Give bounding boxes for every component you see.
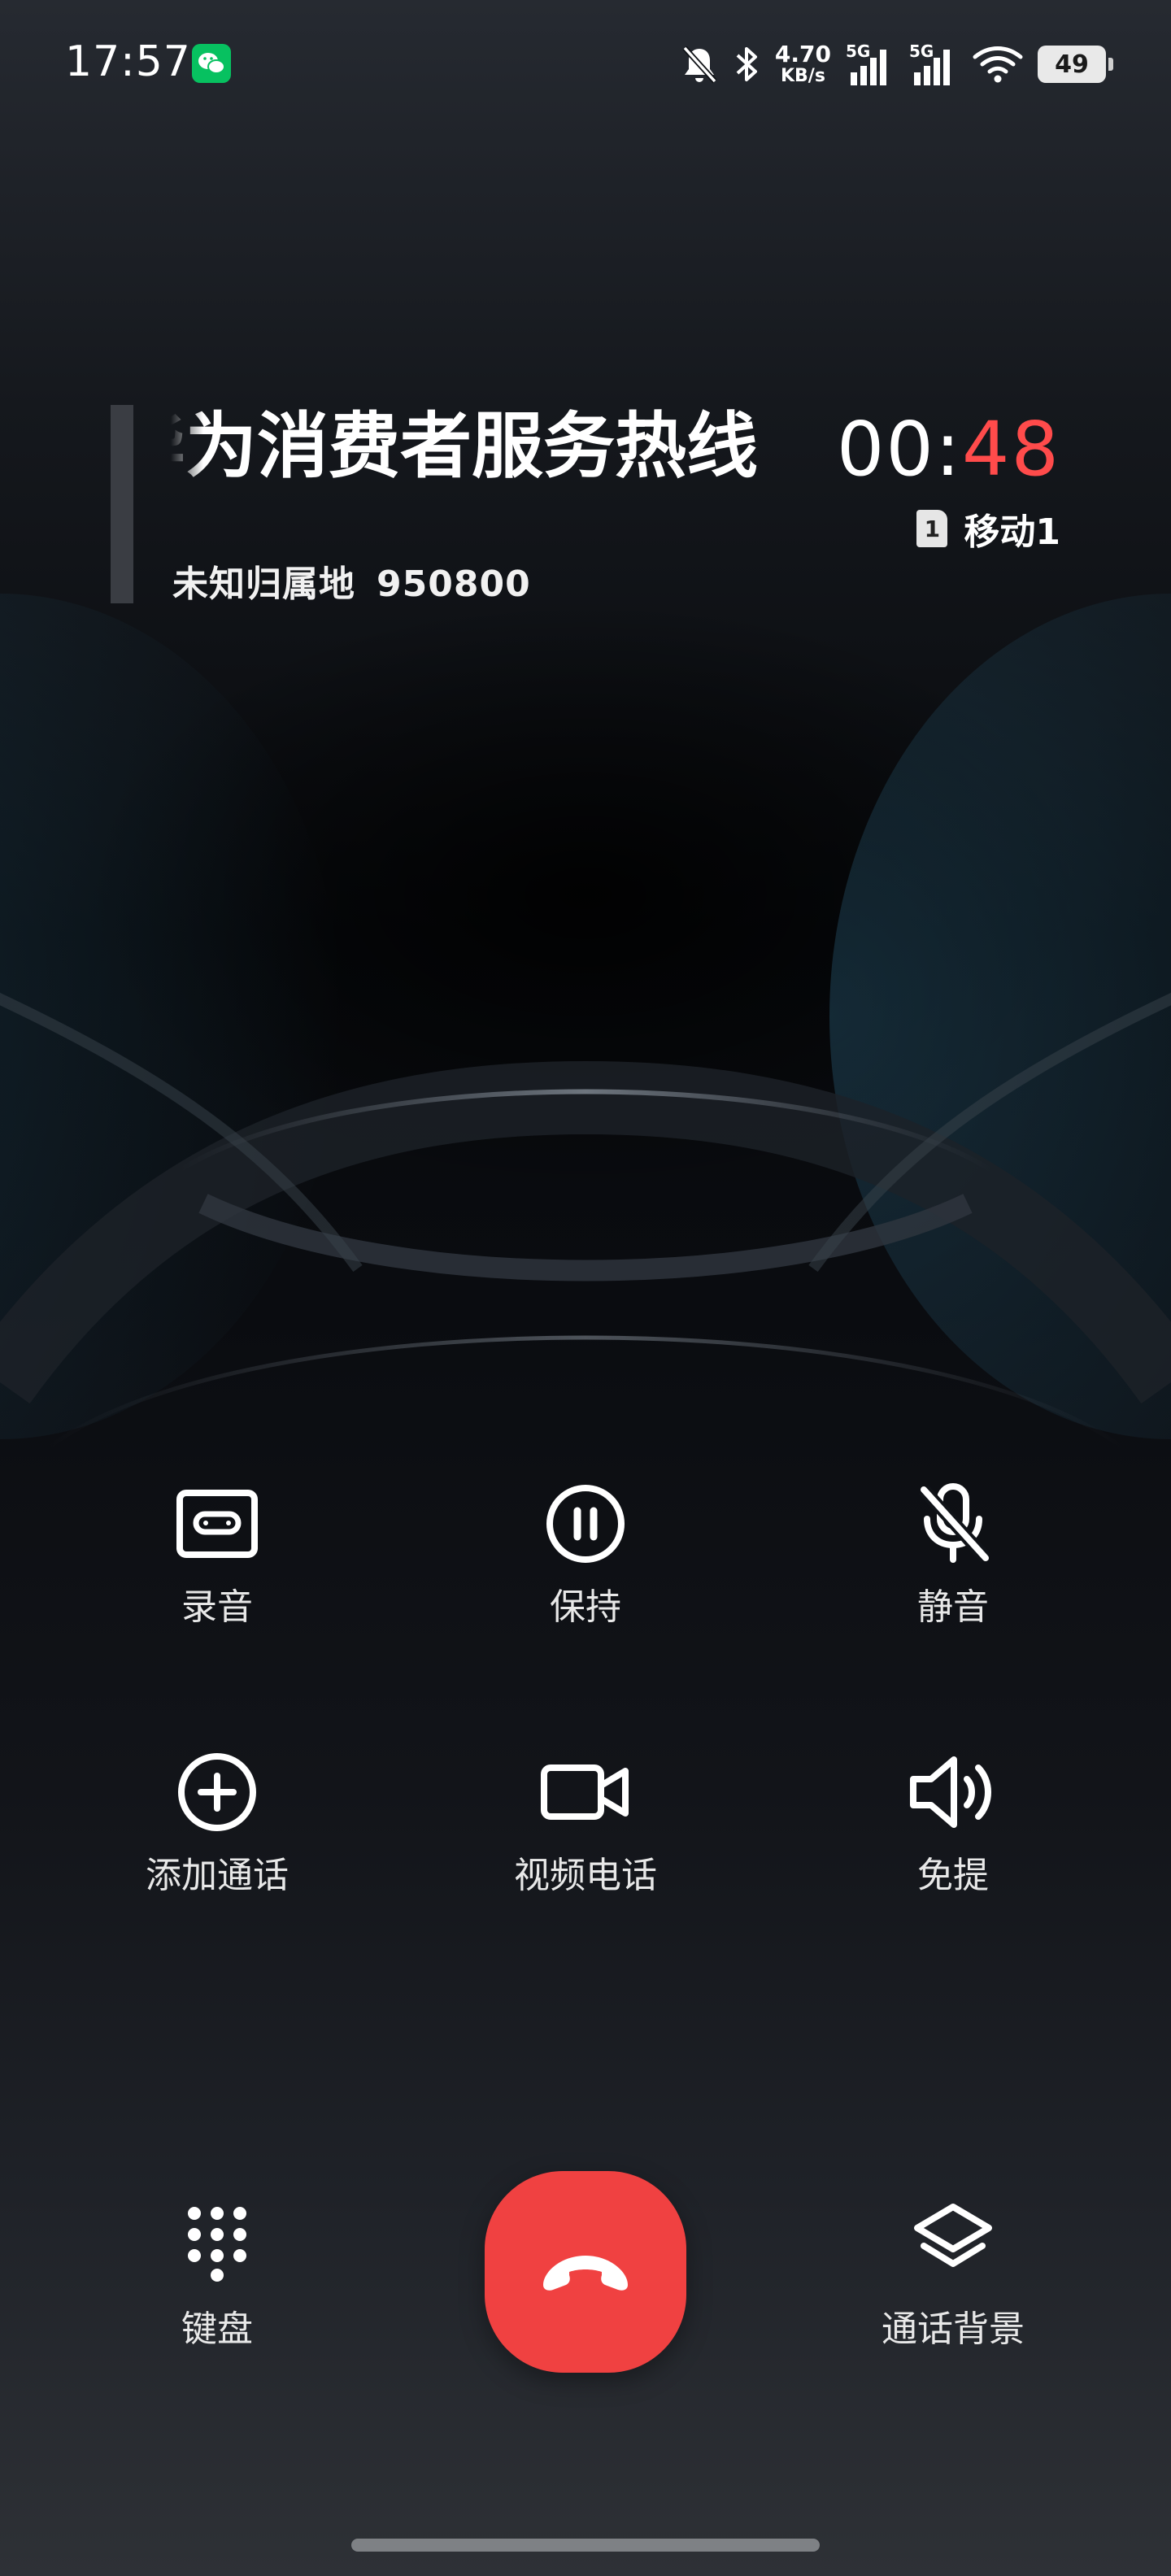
microphone-off-icon [919, 1483, 990, 1563]
record-label: 录音 [181, 1586, 253, 1628]
battery-indicator: 49 [1038, 46, 1113, 83]
mute-button[interactable]: 静音 [831, 1483, 1075, 1662]
sim-card-icon: 1 [916, 510, 948, 547]
carrier-label: 移动1 [964, 511, 1060, 553]
caller-name-marquee: 华为消费者服务热线 [171, 402, 813, 491]
keypad-button[interactable]: 键盘 [95, 2200, 339, 2352]
signal-bars-icon [851, 50, 886, 85]
sim2-signal: 5G [909, 41, 958, 87]
cassette-tape-icon [176, 1490, 258, 1558]
silent-bell-icon [682, 46, 717, 84]
mute-label: 静音 [917, 1586, 989, 1628]
call-background-button[interactable]: 通话背景 [831, 2200, 1075, 2352]
plus-circle-icon [178, 1753, 256, 1831]
dialpad-icon [188, 2207, 246, 2282]
caller-location: 未知归属地 [172, 564, 355, 605]
call-background-label: 通话背景 [882, 2308, 1025, 2350]
home-indicator[interactable] [351, 2539, 820, 2552]
keypad-label: 键盘 [181, 2308, 253, 2350]
call-timer: 00:48 [837, 405, 1060, 494]
caller-details: 未知归属地 950800 [172, 555, 531, 607]
pause-circle-icon [546, 1485, 625, 1563]
video-call-label: 视频电话 [514, 1855, 657, 1896]
record-button[interactable]: 录音 [95, 1483, 339, 1662]
network-speed-value: 4.70 [774, 41, 831, 67]
sim-carrier-info: 1 移动1 [916, 503, 1060, 555]
call-timer-minutes: 00: [836, 406, 962, 493]
layers-icon [914, 2204, 992, 2267]
caller-accent-bar [111, 405, 133, 603]
signal-bars-icon [914, 50, 950, 85]
status-bar: 17:57 4.70 KB/s 5G 5G 49 [0, 0, 1171, 130]
video-call-button[interactable]: 视频电话 [464, 1751, 707, 1930]
hold-button[interactable]: 保持 [464, 1483, 707, 1662]
video-camera-icon [541, 1764, 629, 1820]
wifi-icon [973, 46, 1023, 83]
sim1-signal: 5G [846, 41, 895, 87]
bluetooth-icon [736, 47, 757, 81]
speaker-label: 免提 [917, 1855, 989, 1896]
wechat-notification-icon [192, 44, 231, 83]
caller-number: 950800 [377, 564, 531, 605]
call-timer-seconds: 48 [961, 406, 1060, 493]
network-speed-unit: KB/s [780, 66, 825, 86]
add-call-label: 添加通话 [146, 1855, 289, 1896]
status-time: 17:57 [65, 37, 191, 86]
hang-up-icon [543, 2256, 628, 2291]
caller-name: 华为消费者服务热线 [171, 404, 759, 488]
network-speed: 4.70 KB/s [775, 43, 831, 85]
add-call-button[interactable]: 添加通话 [95, 1751, 339, 1930]
end-call-button[interactable] [485, 2171, 686, 2373]
in-call-screen: 17:57 4.70 KB/s 5G 5G 49 华为消费者服务热线 未知归属地… [0, 0, 1171, 2576]
battery-level: 49 [1055, 50, 1089, 79]
speaker-icon [910, 1756, 991, 1828]
hold-label: 保持 [550, 1586, 621, 1628]
speaker-button[interactable]: 免提 [831, 1751, 1075, 1930]
